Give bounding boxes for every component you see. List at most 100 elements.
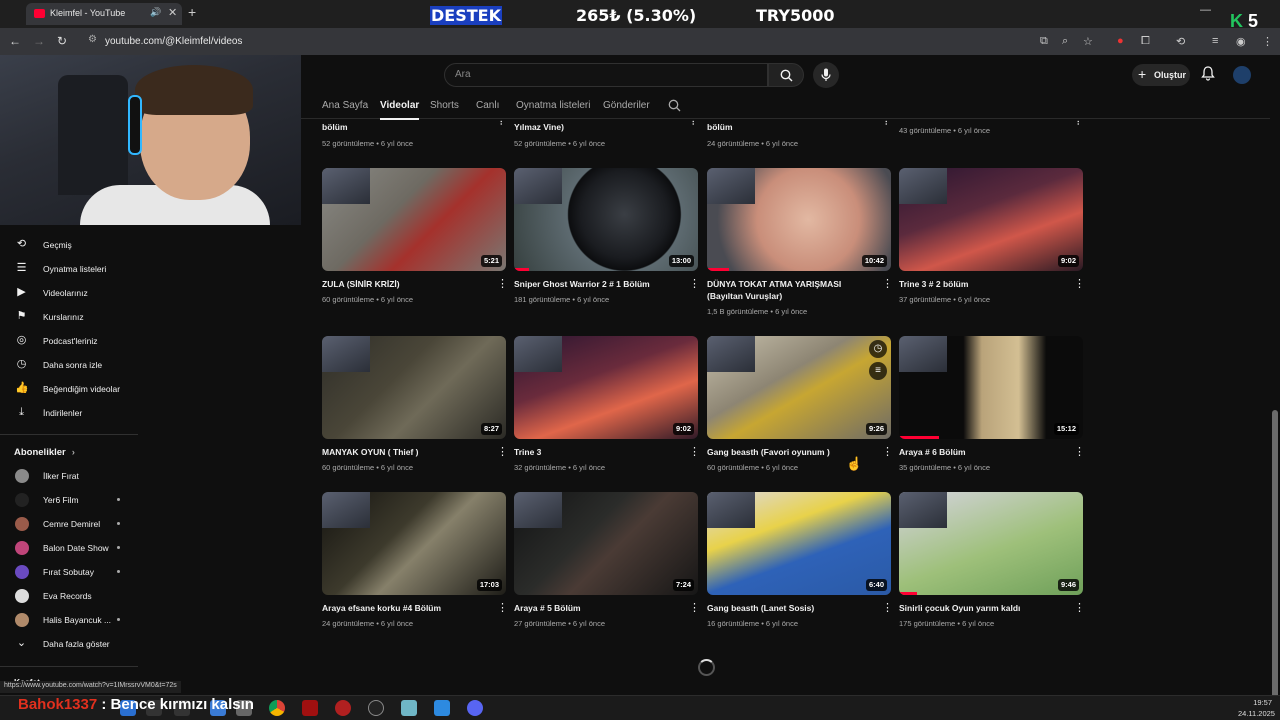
video-thumbnail[interactable]: 9:02 — [514, 336, 698, 439]
video-thumbnail[interactable]: 9:02 — [899, 168, 1083, 271]
sidebar-item[interactable]: ◷ Daha sonra izle — [0, 354, 140, 376]
video-card[interactable]: 17:03 Araya efsane korku #4 Bölüm 24 görün… — [322, 492, 508, 642]
watch-later-icon[interactable]: ◷ — [869, 340, 887, 358]
sidebar-item[interactable]: ⚑ Kurslarınız — [0, 306, 140, 328]
video-card[interactable]: 13:00 Sniper Ghost Warrior 2 # 1 Bölüm 181… — [514, 168, 700, 318]
video-card[interactable]: 9:46 Sinirli çocuk Oyun yarım kaldı 175 gö… — [899, 492, 1085, 642]
video-thumbnail[interactable]: 13:00 — [514, 168, 698, 271]
video-card[interactable]: 5:21 ZULA (SİNİR KRİZİ) 60 görüntüleme • 6… — [322, 168, 508, 318]
forward-button[interactable]: → — [33, 34, 45, 48]
video-title[interactable]: Trine 3 # 2 bölüm — [899, 278, 1067, 290]
sidebar-item[interactable]: ⟲ Geçmiş — [0, 234, 140, 256]
tab-close-icon[interactable]: ✕ — [168, 6, 177, 19]
video-card[interactable]: 9:02 Trine 3 # 2 bölüm 37 görüntüleme • 6 … — [899, 168, 1085, 318]
back-button[interactable]: ← — [9, 34, 21, 48]
discord-icon[interactable] — [467, 700, 483, 716]
subscription-item[interactable]: Cemre Demirel — [0, 512, 140, 536]
more-actions-icon[interactable]: ⋮ — [1074, 603, 1085, 614]
subscription-item[interactable]: Halis Bayancuk ... — [0, 608, 140, 632]
video-card[interactable]: 10:42 DÜNYA TOKAT ATMA YARIŞMASI (Bayılta… — [707, 168, 893, 318]
reading-list-icon[interactable]: ≡ — [1212, 35, 1218, 47]
search-button[interactable] — [768, 63, 804, 87]
extensions-puzzle-icon[interactable]: ⧠ — [1141, 35, 1150, 48]
zoom-icon[interactable]: ⌕ — [1062, 35, 1068, 48]
video-thumbnail[interactable]: 6:40 — [707, 492, 891, 595]
chrome-icon[interactable] — [269, 700, 285, 716]
video-card[interactable]: 7:24 Araya # 5 Bölüm 27 görüntüleme • 6 yı… — [514, 492, 700, 642]
history-icon[interactable]: ⟲ — [1176, 35, 1185, 48]
subscription-item[interactable]: Balon Date Show — [0, 536, 140, 560]
more-actions-icon[interactable]: ⋮ — [882, 279, 893, 290]
more-actions-icon[interactable]: ⋮ — [689, 279, 700, 290]
bookmark-star-icon[interactable]: ☆ — [1083, 35, 1093, 48]
extension-icon[interactable]: ● — [1117, 35, 1124, 47]
subscription-item[interactable]: Fırat Sobutay — [0, 560, 140, 584]
subscription-item[interactable]: Yer6 Film — [0, 488, 140, 512]
video-thumbnail[interactable]: 7:24 — [514, 492, 698, 595]
sidebar-item[interactable]: ☰ Oynatma listeleri — [0, 258, 140, 280]
voice-search-button[interactable] — [813, 62, 839, 88]
obs-icon[interactable] — [368, 700, 384, 716]
video-thumbnail[interactable]: 8:27 — [322, 336, 506, 439]
video-thumbnail[interactable]: 9:26 ◷ ≡ — [707, 336, 891, 439]
more-actions-icon[interactable]: ⋮ — [497, 603, 508, 614]
browser-tab[interactable]: Kleimfel - YouTube 🔊 ✕ — [26, 3, 182, 25]
video-title[interactable]: Araya # 5 Bölüm — [514, 602, 682, 614]
profile-icon[interactable]: ◉ — [1236, 35, 1246, 48]
channel-search-icon[interactable] — [668, 99, 681, 112]
address-bar[interactable]: ⚙ youtube.com/@Kleimfel/videos — [84, 31, 1044, 52]
subscription-item[interactable]: İlker Fırat — [0, 464, 140, 488]
browser-menu-icon[interactable]: ⋮ — [1262, 35, 1273, 48]
video-title[interactable]: Yılmaz Vine) — [514, 122, 564, 132]
taskbar-app-icon[interactable] — [401, 700, 417, 716]
search-input[interactable]: Ara — [444, 63, 768, 87]
more-actions-icon[interactable]: ⋮ — [689, 603, 700, 614]
sidebar-item[interactable]: ◎ Podcast'leriniz — [0, 330, 140, 352]
scrollbar-thumb[interactable] — [1272, 410, 1278, 710]
video-thumbnail[interactable]: 9:46 — [899, 492, 1083, 595]
more-actions-icon[interactable]: ⋮ — [1074, 447, 1085, 458]
reload-button[interactable]: ↻ — [57, 34, 67, 48]
video-card[interactable]: 6:40 Gang beasth (Lanet Sosis) 16 görüntül… — [707, 492, 893, 642]
video-title[interactable]: Trine 3 — [514, 446, 682, 458]
more-actions-icon[interactable]: ⋮ — [689, 447, 700, 458]
video-title[interactable]: bölüm — [322, 122, 348, 132]
add-to-queue-icon[interactable]: ≡ — [869, 362, 887, 380]
video-title[interactable]: Gang beasth (Lanet Sosis) — [707, 602, 875, 614]
tab-home[interactable]: Ana Sayfa — [322, 100, 368, 111]
video-thumbnail[interactable]: 10:42 — [707, 168, 891, 271]
tab-shorts[interactable]: Shorts — [430, 100, 459, 111]
taskbar-app-icon[interactable] — [434, 700, 450, 716]
more-actions-icon[interactable]: ⋮ — [1074, 120, 1083, 127]
sidebar-item[interactable]: ▶ Videolarınız — [0, 282, 140, 304]
minimize-button[interactable]: — — [1200, 4, 1211, 16]
video-card[interactable]: 9:26 ◷ ≡ Gang beasth (Favori oyunum ) 60 gör… — [707, 336, 893, 486]
more-actions-icon[interactable]: ⋮ — [497, 120, 506, 127]
notifications-bell-icon[interactable] — [1201, 66, 1215, 81]
video-title[interactable]: MANYAK OYUN ( Thief ) — [322, 446, 490, 458]
tab-audio-icon[interactable]: 🔊 — [150, 7, 161, 18]
video-card[interactable]: 8:27 MANYAK OYUN ( Thief ) 60 görüntüleme … — [322, 336, 508, 486]
install-app-icon[interactable]: ⧉ — [1040, 35, 1048, 48]
video-title[interactable]: Sinirli çocuk Oyun yarım kaldı — [899, 602, 1067, 614]
video-thumbnail[interactable]: 15:12 — [899, 336, 1083, 439]
tab-posts[interactable]: Gönderiler — [603, 100, 650, 111]
more-actions-icon[interactable]: ⋮ — [497, 447, 508, 458]
sidebar-item[interactable]: ⤓ İndirilenler — [0, 402, 140, 424]
create-button[interactable]: + Oluştur — [1132, 64, 1190, 86]
video-card[interactable]: 15:12 Araya # 6 Bölüm 35 görüntüleme • 6 y… — [899, 336, 1085, 486]
video-title[interactable]: bölüm — [707, 122, 733, 132]
sidebar-item[interactable]: 👍 Beğendiğim videolar — [0, 378, 140, 400]
show-more-button[interactable]: ⌄ Daha fazla göster — [0, 633, 140, 655]
subscription-item[interactable]: Eva Records — [0, 584, 140, 608]
system-clock[interactable]: 19:57 24.11.2025 — [1238, 697, 1275, 719]
video-title[interactable]: Sniper Ghost Warrior 2 # 1 Bölüm — [514, 278, 682, 290]
page-scrollbar[interactable] — [1270, 55, 1280, 710]
subscriptions-header[interactable]: Abonelikler › — [14, 447, 75, 458]
tab-playlists[interactable]: Oynatma listeleri — [516, 100, 590, 111]
more-actions-icon[interactable]: ⋮ — [882, 447, 893, 458]
more-actions-icon[interactable]: ⋮ — [882, 603, 893, 614]
more-actions-icon[interactable]: ⋮ — [1074, 279, 1085, 290]
tab-live[interactable]: Canlı — [476, 100, 499, 111]
more-actions-icon[interactable]: ⋮ — [882, 120, 891, 127]
